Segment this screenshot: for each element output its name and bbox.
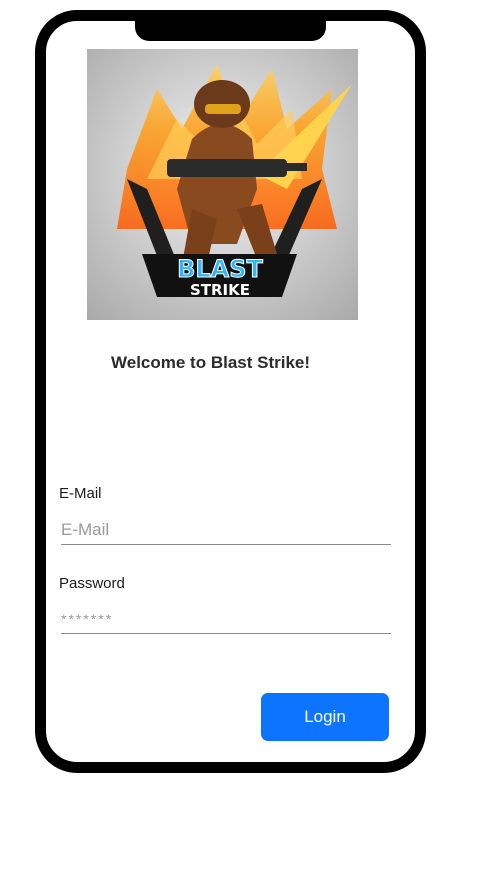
logo-title-text: BLAST xyxy=(177,255,263,283)
welcome-heading: Welcome to Blast Strike! xyxy=(111,353,311,372)
email-label: E-Mail xyxy=(59,485,102,502)
password-label: Password xyxy=(59,575,125,592)
password-field[interactable] xyxy=(61,604,391,634)
email-field[interactable] xyxy=(61,515,391,545)
logo-subtitle-text: STRIKE xyxy=(190,281,250,299)
blast-strike-logo: BLAST STRIKE xyxy=(87,49,358,320)
login-button[interactable]: Login xyxy=(261,693,389,741)
phone-notch xyxy=(135,10,326,41)
